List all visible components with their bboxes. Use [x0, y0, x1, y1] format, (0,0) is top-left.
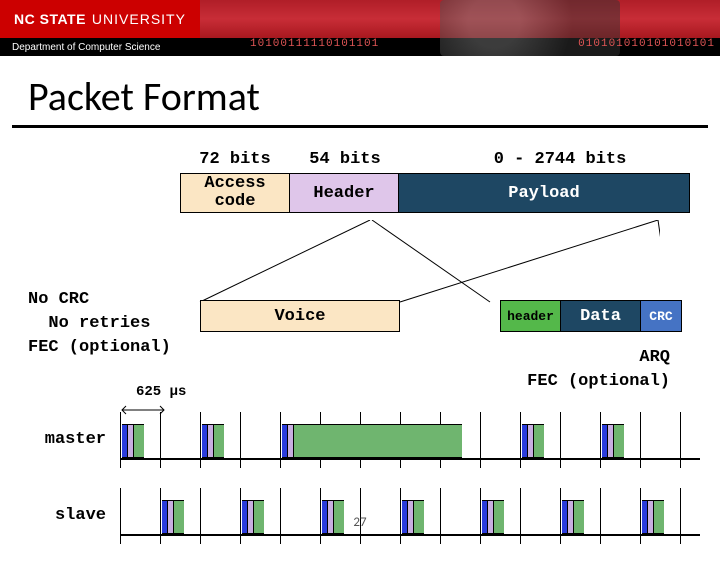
payload-bits-label: 0 - 2744 bits: [430, 150, 690, 169]
header-bits-label: 54 bits: [290, 150, 400, 169]
access-bits-label: 72 bits: [180, 150, 290, 169]
data-crc-field: CRC: [641, 301, 681, 331]
master-row: master: [20, 418, 700, 466]
payload-field: Payload: [399, 174, 689, 212]
master-burst: [522, 424, 544, 458]
header-field: Header: [290, 174, 399, 212]
data-field: Data: [561, 301, 641, 331]
slot-duration-label: 625 µs: [136, 384, 186, 400]
master-burst: [602, 424, 624, 458]
master-track: [120, 418, 700, 462]
voice-label: Voice: [274, 307, 325, 326]
data-header-field: header: [501, 301, 561, 331]
access-code-field: Access code: [181, 174, 290, 212]
timing-diagram: master: [20, 418, 700, 570]
ncsu-logo: NC STATE UNIVERSITY: [0, 0, 200, 38]
content-area: 72 bits 54 bits 0 - 2744 bits Access cod…: [0, 128, 720, 213]
logo-thin: UNIVERSITY: [92, 11, 186, 27]
voice-payload-box: Voice: [200, 300, 400, 332]
logo-bold: NC STATE: [14, 11, 86, 27]
data-payload-box: header Data CRC: [500, 300, 682, 332]
wolf-graphic: [440, 0, 620, 56]
master-label: master: [20, 430, 116, 449]
master-burst: [202, 424, 224, 458]
voice-notes: No CRC No retries FEC (optional): [28, 288, 171, 359]
master-burst: [122, 424, 144, 458]
dept-name: Department of Computer Science: [12, 42, 160, 53]
master-burst: [282, 424, 462, 458]
slide-title: Packet Format: [0, 56, 720, 125]
packet-structure: Access code Header Payload: [180, 173, 690, 213]
page-number: 27: [0, 515, 720, 530]
bit-labels-row: 72 bits 54 bits 0 - 2744 bits: [180, 150, 690, 169]
data-notes: ARQ FEC (optional): [527, 346, 670, 394]
